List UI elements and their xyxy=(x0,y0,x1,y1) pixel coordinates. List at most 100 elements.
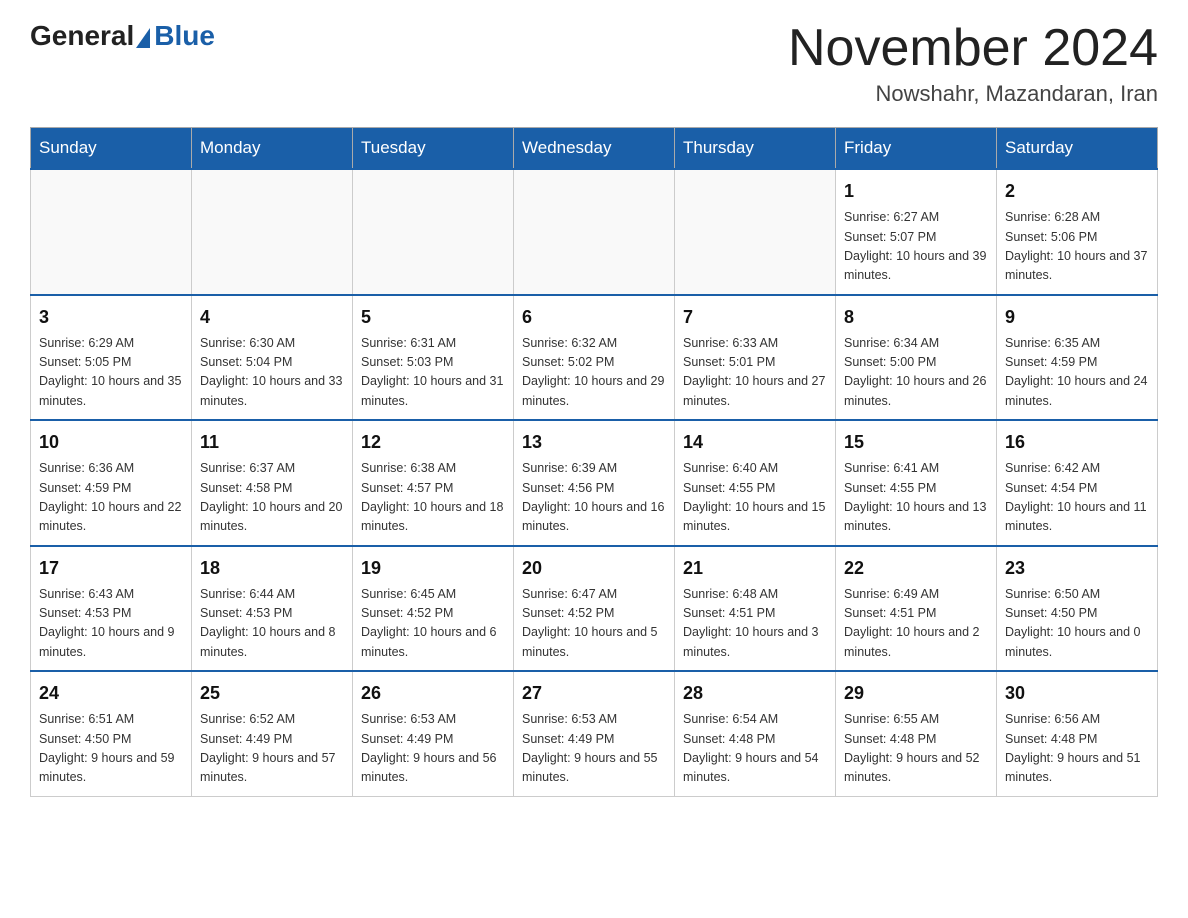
day-number: 27 xyxy=(522,680,666,707)
calendar-cell: 21 Sunrise: 6:48 AMSunset: 4:51 PMDayligh… xyxy=(675,546,836,672)
calendar-cell: 14 Sunrise: 6:40 AMSunset: 4:55 PMDayligh… xyxy=(675,420,836,546)
day-info: Sunrise: 6:40 AMSunset: 4:55 PMDaylight:… xyxy=(683,459,827,537)
day-info: Sunrise: 6:28 AMSunset: 5:06 PMDaylight:… xyxy=(1005,208,1149,286)
day-number: 1 xyxy=(844,178,988,205)
calendar-cell: 19 Sunrise: 6:45 AMSunset: 4:52 PMDayligh… xyxy=(353,546,514,672)
week-row-2: 3 Sunrise: 6:29 AMSunset: 5:05 PMDaylight… xyxy=(31,295,1158,421)
calendar-cell: 23 Sunrise: 6:50 AMSunset: 4:50 PMDayligh… xyxy=(997,546,1158,672)
day-number: 11 xyxy=(200,429,344,456)
calendar-cell: 29Sunrise: 6:55 AMSunset: 4:48 PMDayligh… xyxy=(836,671,997,796)
calendar-cell: 8Sunrise: 6:34 AMSunset: 5:00 PMDaylight… xyxy=(836,295,997,421)
day-info: Sunrise: 6:45 AMSunset: 4:52 PMDaylight:… xyxy=(361,585,505,663)
day-info: Sunrise: 6:32 AMSunset: 5:02 PMDaylight:… xyxy=(522,334,666,412)
day-header-thursday: Thursday xyxy=(675,128,836,170)
day-header-tuesday: Tuesday xyxy=(353,128,514,170)
day-number: 14 xyxy=(683,429,827,456)
calendar-table: SundayMondayTuesdayWednesdayThursdayFrid… xyxy=(30,127,1158,797)
calendar-cell xyxy=(31,169,192,295)
day-info: Sunrise: 6:39 AMSunset: 4:56 PMDaylight:… xyxy=(522,459,666,537)
calendar-cell: 16Sunrise: 6:42 AMSunset: 4:54 PMDayligh… xyxy=(997,420,1158,546)
day-number: 12 xyxy=(361,429,505,456)
calendar-cell: 4 Sunrise: 6:30 AMSunset: 5:04 PMDaylight… xyxy=(192,295,353,421)
day-number: 9 xyxy=(1005,304,1149,331)
week-row-1: 1 Sunrise: 6:27 AMSunset: 5:07 PMDaylight… xyxy=(31,169,1158,295)
logo-blue-text: Blue xyxy=(154,20,215,52)
day-info: Sunrise: 6:47 AMSunset: 4:52 PMDaylight:… xyxy=(522,585,666,663)
title-section: November 2024 Nowshahr, Mazandaran, Iran xyxy=(788,20,1158,107)
day-info: Sunrise: 6:49 AMSunset: 4:51 PMDaylight:… xyxy=(844,585,988,663)
calendar-cell: 9Sunrise: 6:35 AMSunset: 4:59 PMDaylight… xyxy=(997,295,1158,421)
day-number: 2 xyxy=(1005,178,1149,205)
day-info: Sunrise: 6:33 AMSunset: 5:01 PMDaylight:… xyxy=(683,334,827,412)
day-info: Sunrise: 6:53 AMSunset: 4:49 PMDaylight:… xyxy=(522,710,666,788)
day-header-saturday: Saturday xyxy=(997,128,1158,170)
day-info: Sunrise: 6:56 AMSunset: 4:48 PMDaylight:… xyxy=(1005,710,1149,788)
calendar-cell: 27 Sunrise: 6:53 AMSunset: 4:49 PMDayligh… xyxy=(514,671,675,796)
day-number: 16 xyxy=(1005,429,1149,456)
calendar-cell: 3 Sunrise: 6:29 AMSunset: 5:05 PMDaylight… xyxy=(31,295,192,421)
day-info: Sunrise: 6:37 AMSunset: 4:58 PMDaylight:… xyxy=(200,459,344,537)
calendar-cell: 26Sunrise: 6:53 AMSunset: 4:49 PMDayligh… xyxy=(353,671,514,796)
day-number: 23 xyxy=(1005,555,1149,582)
calendar-cell: 25 Sunrise: 6:52 AMSunset: 4:49 PMDayligh… xyxy=(192,671,353,796)
week-row-3: 10 Sunrise: 6:36 AMSunset: 4:59 PMDayligh… xyxy=(31,420,1158,546)
day-info: Sunrise: 6:41 AMSunset: 4:55 PMDaylight:… xyxy=(844,459,988,537)
calendar-cell: 11 Sunrise: 6:37 AMSunset: 4:58 PMDayligh… xyxy=(192,420,353,546)
day-info: Sunrise: 6:50 AMSunset: 4:50 PMDaylight:… xyxy=(1005,585,1149,663)
day-number: 15 xyxy=(844,429,988,456)
day-info: Sunrise: 6:29 AMSunset: 5:05 PMDaylight:… xyxy=(39,334,183,412)
calendar-cell: 13 Sunrise: 6:39 AMSunset: 4:56 PMDayligh… xyxy=(514,420,675,546)
day-info: Sunrise: 6:36 AMSunset: 4:59 PMDaylight:… xyxy=(39,459,183,537)
page-header: General Blue November 2024 Nowshahr, Maz… xyxy=(30,20,1158,107)
calendar-cell: 20 Sunrise: 6:47 AMSunset: 4:52 PMDayligh… xyxy=(514,546,675,672)
day-number: 20 xyxy=(522,555,666,582)
logo-triangle-icon xyxy=(136,28,150,48)
day-number: 6 xyxy=(522,304,666,331)
calendar-cell xyxy=(675,169,836,295)
calendar-cell xyxy=(514,169,675,295)
month-title: November 2024 xyxy=(788,20,1158,77)
day-info: Sunrise: 6:52 AMSunset: 4:49 PMDaylight:… xyxy=(200,710,344,788)
day-number: 10 xyxy=(39,429,183,456)
calendar-cell: 28 Sunrise: 6:54 AMSunset: 4:48 PMDayligh… xyxy=(675,671,836,796)
day-info: Sunrise: 6:53 AMSunset: 4:49 PMDaylight:… xyxy=(361,710,505,788)
week-row-4: 17 Sunrise: 6:43 AMSunset: 4:53 PMDayligh… xyxy=(31,546,1158,672)
day-number: 24 xyxy=(39,680,183,707)
day-header-friday: Friday xyxy=(836,128,997,170)
calendar-cell: 24 Sunrise: 6:51 AMSunset: 4:50 PMDayligh… xyxy=(31,671,192,796)
calendar-header-row: SundayMondayTuesdayWednesdayThursdayFrid… xyxy=(31,128,1158,170)
day-number: 18 xyxy=(200,555,344,582)
day-number: 19 xyxy=(361,555,505,582)
day-info: Sunrise: 6:48 AMSunset: 4:51 PMDaylight:… xyxy=(683,585,827,663)
day-number: 28 xyxy=(683,680,827,707)
day-number: 30 xyxy=(1005,680,1149,707)
calendar-cell: 2 Sunrise: 6:28 AMSunset: 5:06 PMDaylight… xyxy=(997,169,1158,295)
calendar-cell: 7 Sunrise: 6:33 AMSunset: 5:01 PMDaylight… xyxy=(675,295,836,421)
day-header-sunday: Sunday xyxy=(31,128,192,170)
day-number: 4 xyxy=(200,304,344,331)
day-info: Sunrise: 6:27 AMSunset: 5:07 PMDaylight:… xyxy=(844,208,988,286)
day-number: 7 xyxy=(683,304,827,331)
day-info: Sunrise: 6:44 AMSunset: 4:53 PMDaylight:… xyxy=(200,585,344,663)
day-number: 5 xyxy=(361,304,505,331)
location-title: Nowshahr, Mazandaran, Iran xyxy=(788,81,1158,107)
calendar-cell: 10 Sunrise: 6:36 AMSunset: 4:59 PMDayligh… xyxy=(31,420,192,546)
day-number: 21 xyxy=(683,555,827,582)
day-number: 17 xyxy=(39,555,183,582)
day-info: Sunrise: 6:54 AMSunset: 4:48 PMDaylight:… xyxy=(683,710,827,788)
day-info: Sunrise: 6:30 AMSunset: 5:04 PMDaylight:… xyxy=(200,334,344,412)
calendar-cell: 15 Sunrise: 6:41 AMSunset: 4:55 PMDayligh… xyxy=(836,420,997,546)
day-info: Sunrise: 6:51 AMSunset: 4:50 PMDaylight:… xyxy=(39,710,183,788)
day-number: 25 xyxy=(200,680,344,707)
day-info: Sunrise: 6:55 AMSunset: 4:48 PMDaylight:… xyxy=(844,710,988,788)
calendar-cell: 18 Sunrise: 6:44 AMSunset: 4:53 PMDayligh… xyxy=(192,546,353,672)
day-number: 3 xyxy=(39,304,183,331)
calendar-cell: 1 Sunrise: 6:27 AMSunset: 5:07 PMDaylight… xyxy=(836,169,997,295)
day-info: Sunrise: 6:43 AMSunset: 4:53 PMDaylight:… xyxy=(39,585,183,663)
day-number: 13 xyxy=(522,429,666,456)
calendar-cell: 30 Sunrise: 6:56 AMSunset: 4:48 PMDayligh… xyxy=(997,671,1158,796)
day-info: Sunrise: 6:31 AMSunset: 5:03 PMDaylight:… xyxy=(361,334,505,412)
logo-general-text: General xyxy=(30,20,134,52)
day-header-monday: Monday xyxy=(192,128,353,170)
calendar-cell: 17 Sunrise: 6:43 AMSunset: 4:53 PMDayligh… xyxy=(31,546,192,672)
